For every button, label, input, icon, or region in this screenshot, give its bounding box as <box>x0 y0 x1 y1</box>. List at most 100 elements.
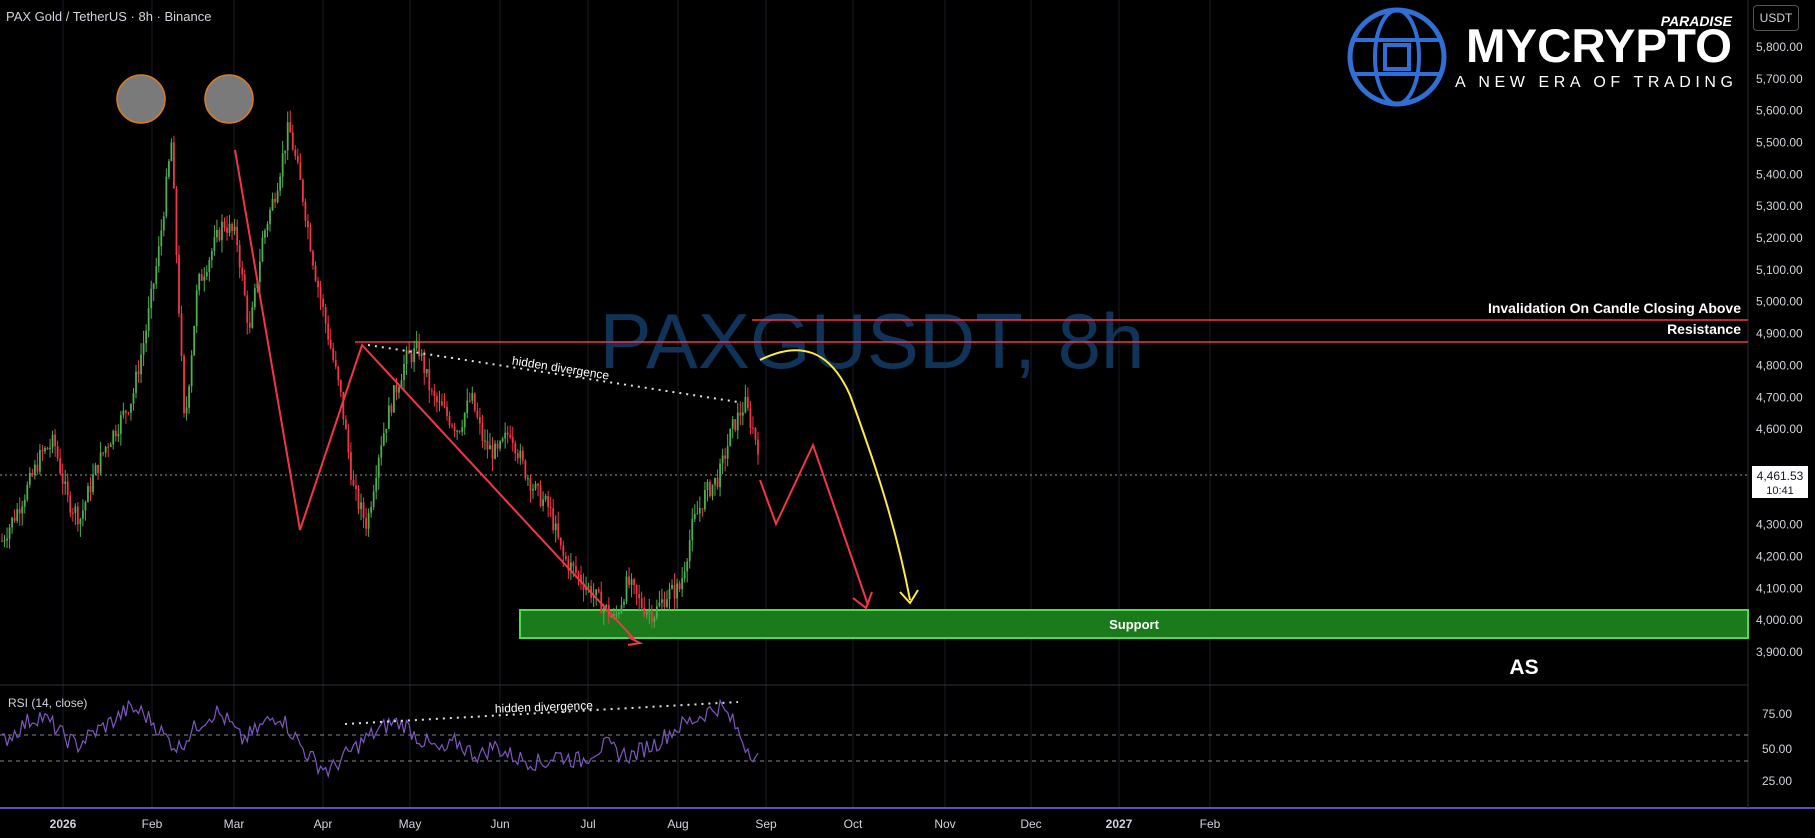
candle-body <box>264 230 266 238</box>
price-tick-label: 5,800.00 <box>1756 40 1803 54</box>
candle-body <box>711 484 714 496</box>
candle-body <box>691 519 694 541</box>
candle-body <box>514 443 517 454</box>
candle-body <box>559 537 562 546</box>
candle-body <box>575 566 577 573</box>
candle-body <box>721 455 724 464</box>
time-axis[interactable]: 2026 Feb Mar Apr May Jun Jul Aug Sep Oct Nov Dec 202… <box>50 817 1221 831</box>
candle-body <box>337 366 340 381</box>
candle-body <box>97 464 99 474</box>
candle-body <box>706 482 709 490</box>
candle-body <box>54 434 56 447</box>
candle-body <box>289 122 292 133</box>
candle-body <box>200 274 203 281</box>
price-axis[interactable]: 5,800.00 5,700.00 5,600.00 5,500.00 5,400.00… <box>1756 40 1803 659</box>
candle-body <box>142 343 145 355</box>
candle-body <box>119 415 122 434</box>
candle-body <box>716 477 719 488</box>
candle-body <box>655 606 658 618</box>
candle-body <box>271 198 274 210</box>
logo-brand: MYCRYPTO <box>1466 19 1732 72</box>
candle-body <box>698 508 701 514</box>
candle-body <box>178 254 180 314</box>
candle-body <box>481 423 484 441</box>
last-price-value: 4,461.53 <box>1757 469 1804 483</box>
price-tick-label: 5,300.00 <box>1756 199 1803 213</box>
candle-body <box>676 583 678 599</box>
candle-body <box>562 545 565 556</box>
candle-body <box>152 283 155 289</box>
candle-body <box>521 450 524 461</box>
candle-body <box>241 267 244 275</box>
candle-body <box>741 412 744 416</box>
candle-body <box>620 604 623 613</box>
currency-button[interactable]: USDT <box>1753 5 1799 31</box>
candle-body <box>327 323 330 340</box>
price-tick-label: 5,500.00 <box>1756 136 1803 150</box>
symbol-title[interactable]: PAX Gold / TetherUS · 8h · Binance <box>6 9 211 24</box>
candle-body <box>683 571 686 579</box>
candle-body <box>544 495 547 500</box>
candle-body <box>696 513 699 515</box>
candle-body <box>736 412 739 431</box>
candle-body <box>468 400 471 402</box>
price-tick-label: 5,400.00 <box>1756 167 1803 181</box>
candle-body <box>744 396 747 413</box>
candle-body <box>501 438 504 442</box>
candle-body <box>33 464 36 476</box>
candle-body <box>754 428 757 440</box>
candle-body <box>539 485 542 507</box>
candle-body <box>557 523 560 538</box>
candle-body <box>66 481 69 496</box>
candle-body <box>205 272 208 277</box>
candle-body <box>185 407 188 414</box>
candle-body <box>51 434 54 448</box>
candle-body <box>749 408 752 428</box>
candle-body <box>160 230 163 247</box>
candle-body <box>542 499 544 507</box>
candle-body <box>162 216 165 231</box>
candle-body <box>734 419 737 431</box>
candle-body <box>489 445 491 450</box>
double-top-marker-right[interactable] <box>204 74 254 124</box>
candle-body <box>494 443 496 459</box>
candle-body <box>319 287 322 299</box>
candle-body <box>509 434 512 438</box>
candle-body <box>64 481 67 484</box>
price-tick-label: 5,000.00 <box>1756 295 1803 309</box>
candle-body <box>195 290 198 326</box>
time-tick-label: Jun <box>490 817 509 831</box>
candle-body <box>499 441 502 449</box>
candle-body <box>719 463 721 488</box>
candle-body <box>638 593 641 599</box>
candle-body <box>704 489 706 510</box>
rsi-indicator-label[interactable]: RSI (14, close) <box>8 696 87 710</box>
time-tick-label: Feb <box>1200 817 1221 831</box>
price-tick-label: 3,900.00 <box>1756 645 1803 659</box>
candle-body <box>307 220 309 228</box>
candle-body <box>180 313 183 357</box>
candle-body <box>284 150 287 154</box>
candle-body <box>413 348 416 363</box>
candle-body <box>99 452 102 474</box>
price-tick-label: 4,700.00 <box>1756 390 1803 404</box>
candle-body <box>117 433 120 437</box>
candle-body <box>286 122 289 151</box>
candle-body <box>150 288 153 309</box>
candle-body <box>11 517 14 528</box>
candle-body <box>183 356 185 414</box>
price-tick-label: 4,600.00 <box>1756 422 1803 436</box>
candle-body <box>377 457 380 478</box>
candle-body <box>135 371 137 393</box>
candle-body <box>453 426 456 432</box>
double-top-marker-left[interactable] <box>116 74 166 124</box>
candle-body <box>554 523 557 531</box>
support-label: Support <box>1109 617 1159 632</box>
candle-body <box>357 488 360 510</box>
candle-body <box>145 330 148 344</box>
candle-body <box>21 506 24 514</box>
candle-body <box>28 472 31 485</box>
rsi-axis[interactable]: 75.00 50.00 25.00 <box>1762 707 1792 788</box>
candle-body <box>299 162 302 180</box>
candle-body <box>668 588 671 600</box>
